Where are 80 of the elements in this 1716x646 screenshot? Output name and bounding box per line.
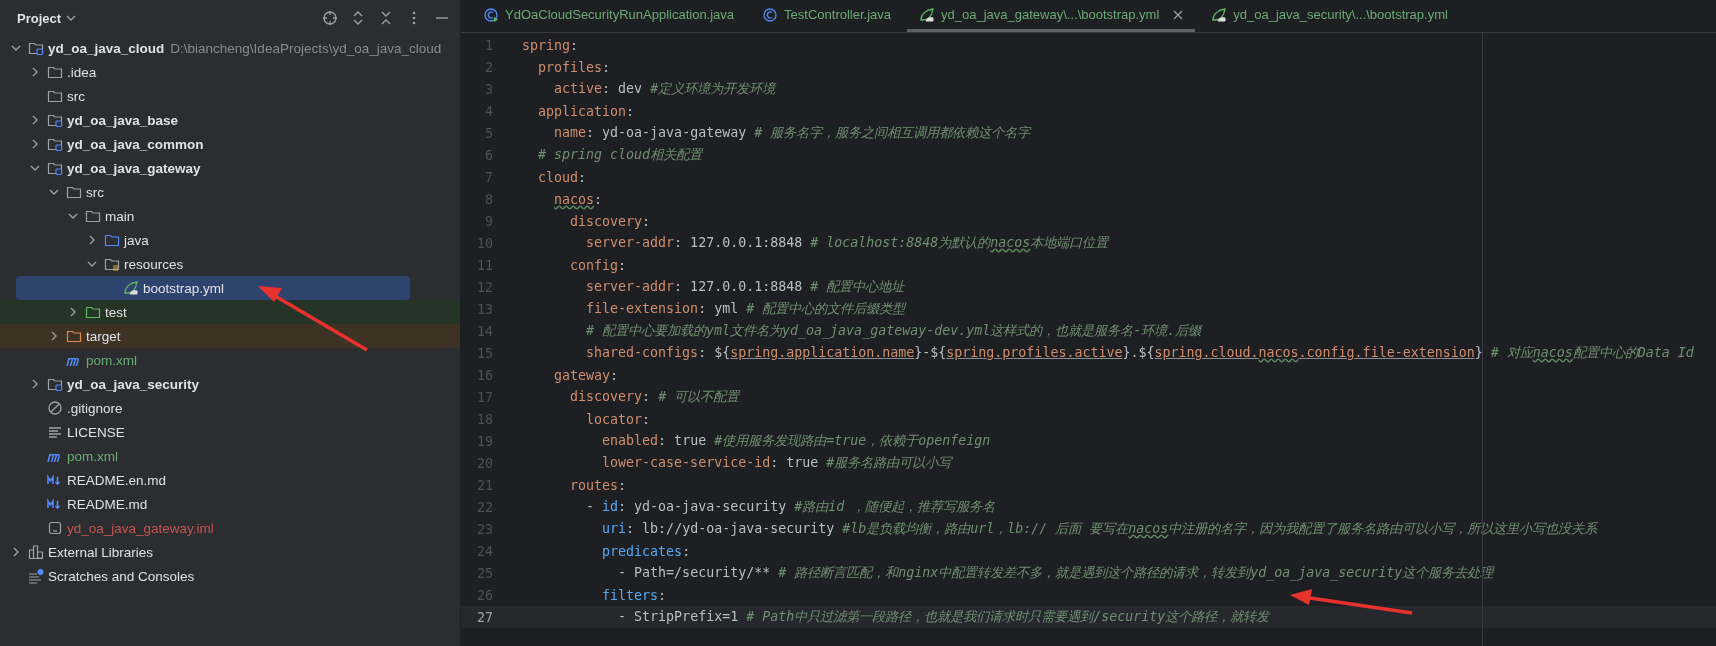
module-folder-icon: [28, 40, 44, 56]
tree-item[interactable]: src: [0, 84, 460, 108]
tree-item[interactable]: yd_oa_java_security: [0, 372, 460, 396]
file-icon: [47, 520, 63, 536]
class-icon: [483, 6, 499, 23]
class-icon: [762, 6, 779, 23]
code-line: locator:: [585, 411, 651, 427]
code-line: filters:: [601, 587, 667, 603]
code-line: discovery:: [569, 213, 651, 229]
close-icon[interactable]: [1173, 9, 1184, 20]
line-number: 27: [476, 609, 494, 625]
text-file-icon: [47, 424, 63, 440]
module-folder-icon: [47, 136, 63, 152]
folder-icon: [66, 184, 82, 200]
code-line: spring:: [522, 37, 579, 53]
folder-icon: [85, 304, 101, 320]
tree-item[interactable]: src: [0, 180, 460, 204]
code-line: profiles:: [537, 59, 611, 75]
ignore-icon: [47, 400, 63, 416]
tree-item[interactable]: Scratches and Consoles: [0, 564, 460, 588]
code-line: gateway:: [553, 367, 619, 383]
tree-item[interactable]: README.en.md: [0, 468, 460, 492]
code-line: - StripPrefix=1 # Path中只过滤第一段路径，也就是我们请求时只需要遇到/security这个路径，就转发: [617, 608, 1270, 626]
tree-item[interactable]: yd_oa_java_base: [0, 108, 460, 132]
tree-item[interactable]: External Libraries: [0, 540, 460, 564]
code-line: - id: yd-oa-java-security #路由id ，随便起，推荐写服务名: [585, 498, 996, 516]
tree-item[interactable]: .idea: [0, 60, 460, 84]
code-line: application:: [537, 103, 635, 119]
folder-icon: [47, 88, 63, 104]
tree-item[interactable]: main: [0, 204, 460, 228]
tree-item[interactable]: pom.xml: [0, 348, 460, 372]
folder-icon: [66, 328, 82, 344]
code-line: predicates:: [601, 543, 691, 559]
tree-item[interactable]: yd_oa_java_common: [0, 132, 460, 156]
code-line: enabled: true #使用服务发现路由=true，依赖于openfeign: [601, 432, 991, 450]
code-line: file-extension: yml # 配置中心的文件后缀类型: [585, 300, 906, 318]
crosshair-icon[interactable]: [322, 10, 338, 26]
tree-item[interactable]: yd_oa_java_gateway: [0, 156, 460, 180]
code-line: server-addr: 127.0.0.1:8848 # 配置中心地址: [585, 278, 905, 296]
tree-item[interactable]: pom.xml: [0, 444, 460, 468]
code-line: routes:: [569, 477, 627, 493]
tree-item[interactable]: README.md: [0, 492, 460, 516]
editor-tab[interactable]: YdOaCloudSecurityRunApplication.java: [471, 0, 747, 32]
folder-icon: [47, 64, 63, 80]
tree-item[interactable]: test: [0, 300, 460, 324]
tree-item[interactable]: yd_oa_java_cloud D:\biancheng\IdeaProjects\yd_oa_java_cloud: [0, 36, 460, 60]
markdown-icon: [47, 472, 63, 488]
code-line: # 配置中心要加载的yml文件名为yd_oa_java_gateway-dev.yml这样式的，也就是服务名-环境.后缀: [585, 322, 1202, 340]
folder-icon: [104, 256, 120, 272]
leaf-icon: [1211, 6, 1228, 23]
code-line: # spring cloud相关配置: [537, 146, 703, 164]
code-line: shared-configs: ${spring.application.name}-${spring.profiles.active}.${spring.cloud.nacos.config.file-extension} # 对应nacos配置中心的Data Id: [585, 344, 1694, 362]
tree-item[interactable]: target: [0, 324, 460, 348]
module-folder-icon: [47, 376, 63, 392]
code-line: discovery: # 可以不配置: [569, 388, 740, 406]
code-line: cloud:: [537, 169, 587, 185]
code-line: lower-case-service-id: true #服务名路由可以小写: [601, 454, 952, 472]
editor-tab[interactable]: yd_oa_java_gateway\...\bootstrap.yml: [907, 0, 1196, 32]
code-line: name: yd-oa-java-gateway # 服务名字，服务之间相互调用都依赖这个名字: [553, 124, 1031, 142]
tree-item[interactable]: LICENSE: [0, 420, 460, 444]
tree-item[interactable]: .gitignore: [0, 396, 460, 420]
libraries-icon: [28, 544, 44, 560]
folder-icon: [85, 208, 101, 224]
tree-item[interactable]: resources: [0, 252, 460, 276]
leaf-icon: [123, 280, 139, 296]
code-line: server-addr: 127.0.0.1:8848 # localhost:8848为默认的nacos本地端口位置: [585, 234, 1109, 252]
module-folder-icon: [47, 112, 63, 128]
folder-icon: [104, 232, 120, 248]
tree-item[interactable]: java: [0, 228, 460, 252]
code-line: config:: [569, 257, 627, 273]
editor-tab[interactable]: TestController.java: [750, 0, 904, 32]
scratches-icon: [28, 568, 44, 584]
editor-tab[interactable]: yd_oa_java_security\...\bootstrap.yml: [1199, 0, 1460, 32]
panel-title[interactable]: Project: [17, 10, 62, 26]
markdown-icon: [47, 496, 63, 512]
tree-item[interactable]: bootstrap.yml: [16, 276, 410, 300]
module-folder-icon: [47, 160, 63, 176]
leaf-icon: [919, 6, 936, 23]
code-line: nacos:: [553, 191, 603, 207]
code-line: active: dev #定义环境为开发环境: [553, 80, 776, 98]
